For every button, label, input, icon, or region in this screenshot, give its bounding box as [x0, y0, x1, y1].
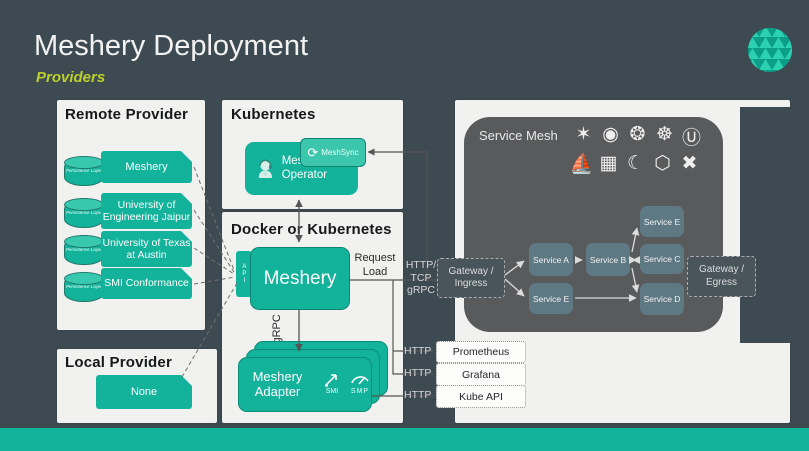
persistence-cylinder: Persistence Layer	[64, 237, 104, 265]
service-mesh-logo-icon: ✶	[570, 123, 597, 150]
gateway-ingress-box: Gateway / Ingress	[437, 258, 505, 298]
local-provider-title: Local Provider	[65, 354, 172, 371]
service-mesh-logos-row2: ⛵ ▦ ☾ ⬡ ✖	[568, 152, 722, 176]
meshery-adapter-label: Meshery Adapter	[239, 370, 316, 400]
smi-icon	[323, 372, 341, 388]
kubernetes-title: Kubernetes	[231, 106, 316, 123]
docker-panel-title: Docker or Kubernetes	[231, 221, 392, 238]
page-subtitle: Providers	[36, 69, 105, 86]
right-dark-column	[740, 107, 809, 343]
service-e-top-box: Service E	[640, 206, 684, 237]
service-d-box: Service D	[640, 283, 684, 315]
http-label-grafana: HTTP	[404, 367, 431, 380]
meshsync-icon: ⟳	[307, 146, 318, 159]
persistence-cylinder-label: Persistence Layer	[65, 210, 103, 215]
service-mesh-logo-icon: ☸	[651, 123, 678, 150]
service-c-box: Service C	[640, 244, 684, 274]
remote-item-univ-jaipur: University of Engineering Jaipur	[101, 193, 192, 229]
meshery-box: Meshery	[250, 247, 350, 310]
page-title: Meshery Deployment	[34, 30, 308, 63]
persistence-cylinder: Persistence Layer	[64, 274, 104, 302]
service-mesh-logo-icon: ☾	[622, 152, 649, 176]
persistence-cylinder: Persistence Layer	[64, 200, 104, 228]
api-tab-label: API	[241, 264, 248, 285]
smp-label: SMP	[351, 388, 369, 396]
service-e-bottom-box: Service E	[529, 283, 573, 314]
http-tcp-grpc-label: HTTP/ TCP gRPC	[403, 259, 439, 297]
kube-api-box: Kube API	[436, 385, 526, 408]
meshsync-label: MeshSync	[321, 148, 358, 157]
http-label-prometheus: HTTP	[404, 345, 431, 358]
persistence-cylinder: Persistence Layer	[64, 158, 104, 186]
service-a-box: Service A	[529, 243, 573, 276]
persistence-cylinder-label: Persistence Layer	[65, 247, 103, 252]
remote-item-meshery: Meshery	[101, 151, 192, 183]
remote-provider-title: Remote Provider	[65, 106, 188, 123]
operator-icon	[253, 154, 278, 184]
gateway-egress-box: Gateway / Egress	[687, 256, 756, 297]
smi-label: SMI	[326, 388, 338, 396]
smi-badge: SMI	[323, 372, 341, 396]
service-mesh-logo-icon: ◉	[597, 123, 624, 150]
service-mesh-logo-icon: ▦	[595, 152, 622, 176]
persistence-cylinder-label: Persistence Layer	[65, 284, 103, 289]
grafana-box: Grafana	[436, 363, 526, 386]
footer-accent-bar	[0, 428, 809, 451]
service-mesh-logo-icon: ✖	[676, 152, 703, 176]
remote-item-univ-texas: University of Texas at Austin	[101, 231, 192, 267]
service-mesh-title: Service Mesh	[479, 128, 558, 143]
service-mesh-logo-icon: Ⓤ	[678, 123, 705, 150]
local-provider-none: None	[96, 375, 192, 409]
request-load-label: Request Load	[350, 252, 400, 280]
smp-icon	[349, 372, 371, 388]
smp-badge: SMP	[349, 372, 371, 396]
service-mesh-logo-icon: ❂	[624, 123, 651, 150]
service-mesh-logo-icon: ⛵	[568, 152, 595, 176]
meshery-adapter-box: Meshery Adapter SMI SMP	[238, 357, 372, 412]
http-label-kube-api: HTTP	[404, 389, 431, 402]
prometheus-box: Prometheus	[436, 341, 526, 363]
service-b-box: Service B	[586, 243, 630, 276]
service-mesh-logos-row1: ✶ ◉ ❂ ☸ Ⓤ	[570, 123, 722, 150]
service-mesh-logo-icon: ⬡	[649, 152, 676, 176]
persistence-cylinder-label: Persistence Layer	[65, 168, 103, 173]
meshery-logo-icon	[746, 26, 794, 74]
remote-item-smi-conformance: SMI Conformance	[101, 268, 192, 299]
slide: Meshery Deployment Providers Remote Prov…	[0, 0, 809, 451]
meshsync-box: ⟳ MeshSync	[300, 138, 366, 167]
